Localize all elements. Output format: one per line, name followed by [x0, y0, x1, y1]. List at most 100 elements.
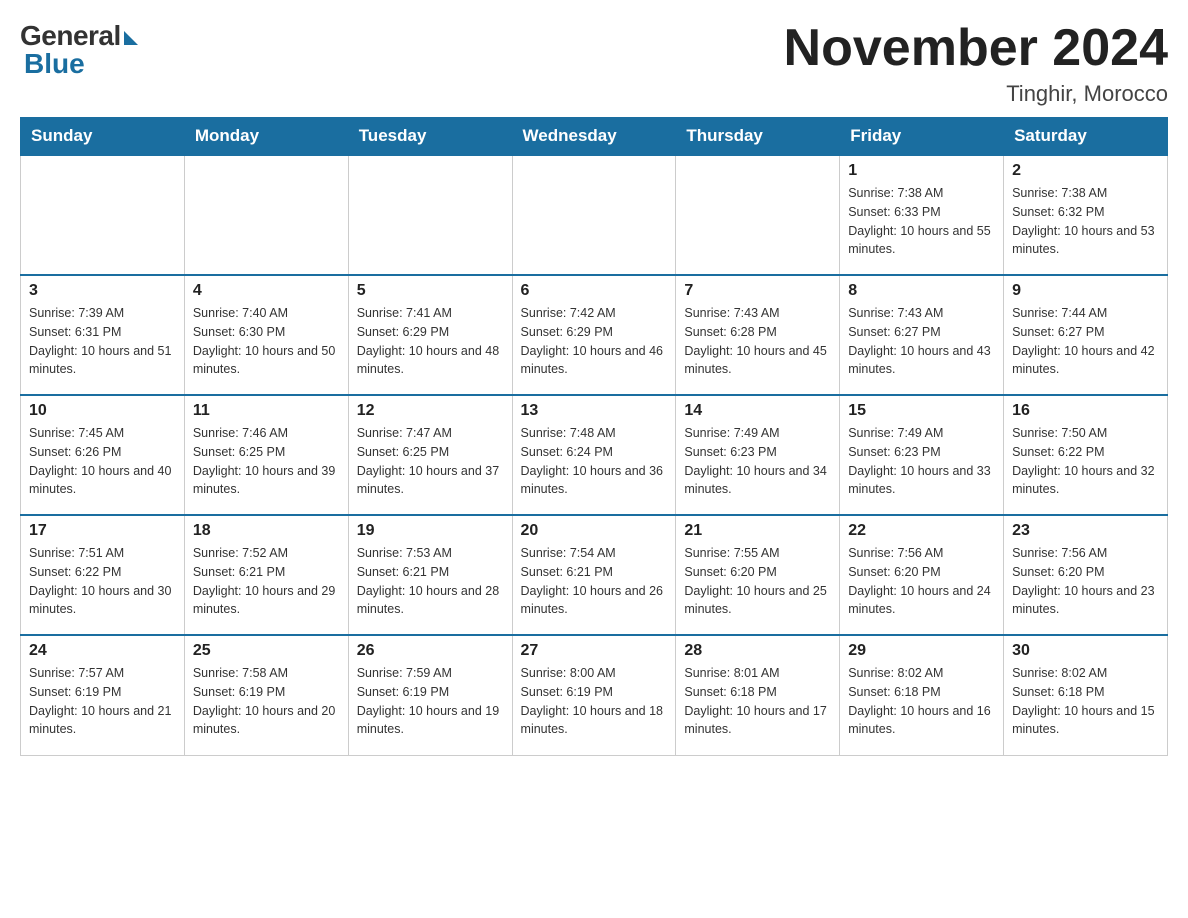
day-number: 26 [357, 642, 504, 660]
calendar-week-row: 1 Sunrise: 7:38 AM Sunset: 6:33 PM Daylig… [21, 155, 1168, 275]
calendar-cell: 7 Sunrise: 7:43 AM Sunset: 6:28 PM Daylig… [676, 275, 840, 395]
calendar-cell: 13 Sunrise: 7:48 AM Sunset: 6:24 PM Dayli… [512, 395, 676, 515]
calendar-week-row: 10 Sunrise: 7:45 AM Sunset: 6:26 PM Dayli… [21, 395, 1168, 515]
calendar-week-row: 3Sunrise: 7:39 AM Sunset: 6:31 PM Daylig… [21, 275, 1168, 395]
day-number: 18 [193, 522, 340, 540]
calendar-cell [21, 155, 185, 275]
calendar-header-wednesday: Wednesday [512, 118, 676, 156]
calendar-cell: 1 Sunrise: 7:38 AM Sunset: 6:33 PM Daylig… [840, 155, 1004, 275]
day-info: Sunrise: 7:58 AM Sunset: 6:19 PM Dayligh… [193, 664, 340, 739]
calendar-cell: 25 Sunrise: 7:58 AM Sunset: 6:19 PM Dayli… [184, 635, 348, 755]
day-info: Sunrise: 8:00 AM Sunset: 6:19 PM Dayligh… [521, 664, 668, 739]
day-number: 4 [193, 282, 340, 300]
day-info: Sunrise: 7:49 AM Sunset: 6:23 PM Dayligh… [684, 424, 831, 499]
day-info: Sunrise: 7:45 AM Sunset: 6:26 PM Dayligh… [29, 424, 176, 499]
day-info: Sunrise: 7:47 AM Sunset: 6:25 PM Dayligh… [357, 424, 504, 499]
day-info: Sunrise: 7:54 AM Sunset: 6:21 PM Dayligh… [521, 544, 668, 619]
calendar-cell: 28Sunrise: 8:01 AM Sunset: 6:18 PM Dayli… [676, 635, 840, 755]
day-number: 11 [193, 402, 340, 420]
day-info: Sunrise: 7:43 AM Sunset: 6:27 PM Dayligh… [848, 304, 995, 379]
day-info: Sunrise: 7:46 AM Sunset: 6:25 PM Dayligh… [193, 424, 340, 499]
day-info: Sunrise: 7:48 AM Sunset: 6:24 PM Dayligh… [521, 424, 668, 499]
page-header: General Blue November 2024 Tinghir, Moro… [20, 20, 1168, 107]
day-info: Sunrise: 7:50 AM Sunset: 6:22 PM Dayligh… [1012, 424, 1159, 499]
calendar-week-row: 24 Sunrise: 7:57 AM Sunset: 6:19 PM Dayli… [21, 635, 1168, 755]
calendar-week-row: 17 Sunrise: 7:51 AM Sunset: 6:22 PM Dayli… [21, 515, 1168, 635]
calendar-cell: 21 Sunrise: 7:55 AM Sunset: 6:20 PM Dayli… [676, 515, 840, 635]
day-number: 13 [521, 402, 668, 420]
day-info: Sunrise: 8:02 AM Sunset: 6:18 PM Dayligh… [848, 664, 995, 739]
calendar-cell: 24 Sunrise: 7:57 AM Sunset: 6:19 PM Dayli… [21, 635, 185, 755]
calendar-cell: 10 Sunrise: 7:45 AM Sunset: 6:26 PM Dayli… [21, 395, 185, 515]
calendar-cell: 19Sunrise: 7:53 AM Sunset: 6:21 PM Dayli… [348, 515, 512, 635]
day-info: Sunrise: 7:57 AM Sunset: 6:19 PM Dayligh… [29, 664, 176, 739]
day-number: 16 [1012, 402, 1159, 420]
day-info: Sunrise: 7:59 AM Sunset: 6:19 PM Dayligh… [357, 664, 504, 739]
calendar-header-monday: Monday [184, 118, 348, 156]
calendar-cell: 29 Sunrise: 8:02 AM Sunset: 6:18 PM Dayli… [840, 635, 1004, 755]
calendar-cell: 18Sunrise: 7:52 AM Sunset: 6:21 PM Dayli… [184, 515, 348, 635]
day-number: 5 [357, 282, 504, 300]
logo-arrow-icon [124, 31, 138, 45]
day-info: Sunrise: 7:41 AM Sunset: 6:29 PM Dayligh… [357, 304, 504, 379]
day-info: Sunrise: 8:02 AM Sunset: 6:18 PM Dayligh… [1012, 664, 1159, 739]
calendar-header-thursday: Thursday [676, 118, 840, 156]
calendar-header-sunday: Sunday [21, 118, 185, 156]
logo-blue-text: Blue [20, 48, 85, 80]
day-number: 14 [684, 402, 831, 420]
month-title: November 2024 [784, 20, 1168, 77]
calendar-cell [512, 155, 676, 275]
day-number: 30 [1012, 642, 1159, 660]
day-info: Sunrise: 8:01 AM Sunset: 6:18 PM Dayligh… [684, 664, 831, 739]
calendar-table: SundayMondayTuesdayWednesdayThursdayFrid… [20, 117, 1168, 756]
day-number: 9 [1012, 282, 1159, 300]
day-info: Sunrise: 7:55 AM Sunset: 6:20 PM Dayligh… [684, 544, 831, 619]
calendar-cell: 30 Sunrise: 8:02 AM Sunset: 6:18 PM Dayli… [1004, 635, 1168, 755]
calendar-cell: 20 Sunrise: 7:54 AM Sunset: 6:21 PM Dayli… [512, 515, 676, 635]
calendar-cell [348, 155, 512, 275]
day-number: 17 [29, 522, 176, 540]
calendar-cell: 3Sunrise: 7:39 AM Sunset: 6:31 PM Daylig… [21, 275, 185, 395]
calendar-cell: 23 Sunrise: 7:56 AM Sunset: 6:20 PM Dayli… [1004, 515, 1168, 635]
day-info: Sunrise: 7:51 AM Sunset: 6:22 PM Dayligh… [29, 544, 176, 619]
calendar-header-tuesday: Tuesday [348, 118, 512, 156]
day-number: 1 [848, 162, 995, 180]
calendar-cell: 2Sunrise: 7:38 AM Sunset: 6:32 PM Daylig… [1004, 155, 1168, 275]
day-number: 10 [29, 402, 176, 420]
calendar-cell: 17 Sunrise: 7:51 AM Sunset: 6:22 PM Dayli… [21, 515, 185, 635]
day-number: 23 [1012, 522, 1159, 540]
location: Tinghir, Morocco [784, 81, 1168, 107]
calendar-cell: 8 Sunrise: 7:43 AM Sunset: 6:27 PM Daylig… [840, 275, 1004, 395]
title-section: November 2024 Tinghir, Morocco [784, 20, 1168, 107]
calendar-cell: 12 Sunrise: 7:47 AM Sunset: 6:25 PM Dayli… [348, 395, 512, 515]
day-info: Sunrise: 7:44 AM Sunset: 6:27 PM Dayligh… [1012, 304, 1159, 379]
day-number: 21 [684, 522, 831, 540]
day-number: 20 [521, 522, 668, 540]
calendar-cell: 15Sunrise: 7:49 AM Sunset: 6:23 PM Dayli… [840, 395, 1004, 515]
day-info: Sunrise: 7:42 AM Sunset: 6:29 PM Dayligh… [521, 304, 668, 379]
logo: General Blue [20, 20, 138, 80]
calendar-header-row: SundayMondayTuesdayWednesdayThursdayFrid… [21, 118, 1168, 156]
day-info: Sunrise: 7:43 AM Sunset: 6:28 PM Dayligh… [684, 304, 831, 379]
day-info: Sunrise: 7:40 AM Sunset: 6:30 PM Dayligh… [193, 304, 340, 379]
calendar-cell [676, 155, 840, 275]
day-info: Sunrise: 7:56 AM Sunset: 6:20 PM Dayligh… [1012, 544, 1159, 619]
calendar-header-friday: Friday [840, 118, 1004, 156]
day-info: Sunrise: 7:56 AM Sunset: 6:20 PM Dayligh… [848, 544, 995, 619]
day-number: 27 [521, 642, 668, 660]
day-number: 22 [848, 522, 995, 540]
day-number: 24 [29, 642, 176, 660]
day-number: 8 [848, 282, 995, 300]
day-number: 25 [193, 642, 340, 660]
calendar-cell: 11 Sunrise: 7:46 AM Sunset: 6:25 PM Dayli… [184, 395, 348, 515]
calendar-cell: 16 Sunrise: 7:50 AM Sunset: 6:22 PM Dayli… [1004, 395, 1168, 515]
day-number: 15 [848, 402, 995, 420]
day-info: Sunrise: 7:39 AM Sunset: 6:31 PM Dayligh… [29, 304, 176, 379]
day-number: 12 [357, 402, 504, 420]
calendar-cell: 22 Sunrise: 7:56 AM Sunset: 6:20 PM Dayli… [840, 515, 1004, 635]
day-info: Sunrise: 7:38 AM Sunset: 6:33 PM Dayligh… [848, 184, 995, 259]
day-number: 2 [1012, 162, 1159, 180]
day-number: 29 [848, 642, 995, 660]
day-number: 7 [684, 282, 831, 300]
calendar-cell: 14 Sunrise: 7:49 AM Sunset: 6:23 PM Dayli… [676, 395, 840, 515]
